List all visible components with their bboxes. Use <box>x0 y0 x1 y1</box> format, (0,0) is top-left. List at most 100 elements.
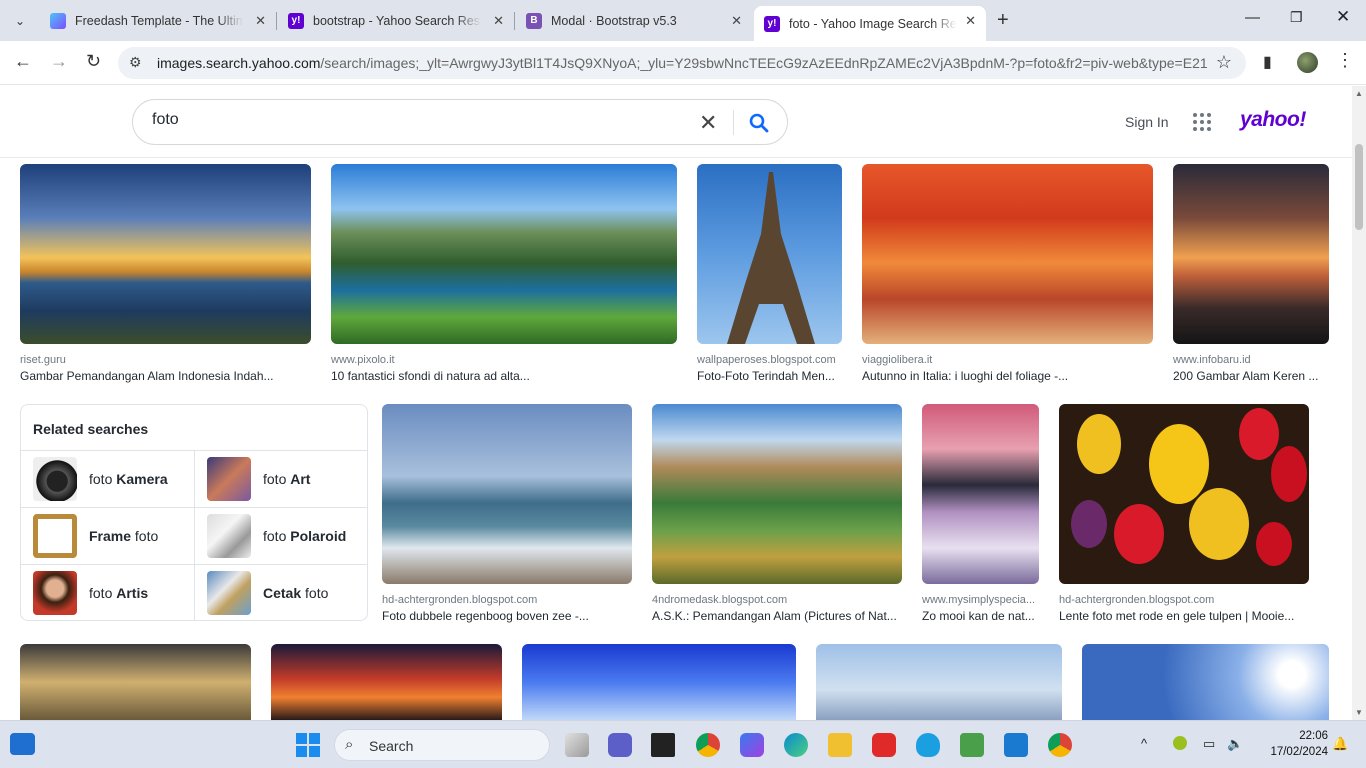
back-icon[interactable]: ← <box>14 51 32 72</box>
vscode-icon[interactable] <box>1004 733 1028 757</box>
app-icon[interactable] <box>960 733 984 757</box>
tab-divider <box>514 12 515 30</box>
result-source[interactable]: wallpaperoses.blogspot.com <box>697 354 842 366</box>
apps-grid-icon[interactable] <box>1193 113 1211 131</box>
tab-freedash[interactable]: Freedash Template - The Ultimate ✕ <box>40 6 276 35</box>
related-search-label: foto Kamera <box>89 471 168 487</box>
result-image[interactable] <box>697 164 842 344</box>
tab-search-button[interactable]: ⌄ <box>6 7 34 35</box>
app-icon[interactable] <box>916 733 940 757</box>
result-caption[interactable]: Autunno in Italia: i luoghi del foliage … <box>862 369 1153 383</box>
result-image[interactable] <box>652 404 902 584</box>
related-search-item[interactable]: foto Art <box>195 450 368 507</box>
result-image[interactable] <box>816 644 1062 720</box>
search-icon[interactable] <box>747 111 771 135</box>
result-caption[interactable]: Zo mooi kan de nat... <box>922 609 1039 623</box>
clock[interactable]: 22:06 17/02/2024 <box>1256 728 1328 760</box>
tab-divider <box>276 12 277 30</box>
result-caption[interactable]: Foto-Foto Terindah Men... <box>697 369 842 383</box>
result-source[interactable]: hd-achtergronden.blogspot.com <box>1059 594 1309 606</box>
tab-title: Modal · Bootstrap v5.3 <box>551 13 677 28</box>
chrome-active-icon[interactable] <box>1048 733 1072 757</box>
scrollbar-thumb[interactable] <box>1355 144 1363 230</box>
result-image[interactable] <box>382 404 632 584</box>
tab-bootstrap-yahoo[interactable]: y! bootstrap - Yahoo Search Results ✕ <box>278 6 514 35</box>
reload-icon[interactable]: ↻ <box>86 51 101 72</box>
result-source[interactable]: www.infobaru.id <box>1173 354 1329 366</box>
result-source[interactable]: viaggiolibera.it <box>862 354 1153 366</box>
bookmark-star-icon[interactable]: ☆ <box>1216 52 1232 73</box>
result-caption[interactable]: A.S.K.: Pemandangan Alam (Pictures of Na… <box>652 609 902 623</box>
menu-dots-icon[interactable]: ⋮ <box>1336 50 1354 71</box>
result-caption[interactable]: Foto dubbele regenboog boven zee -... <box>382 609 632 623</box>
profile-avatar[interactable] <box>1297 52 1318 73</box>
page-scrollbar[interactable]: ▲ ▼ <box>1352 86 1366 720</box>
amazon-icon[interactable] <box>651 733 675 757</box>
task-view-icon[interactable] <box>565 733 589 757</box>
yahoo-favicon-icon: y! <box>288 12 304 29</box>
address-bar[interactable]: ⚙ images.search.yahoo.com/search/images;… <box>118 47 1246 79</box>
url-text[interactable]: images.search.yahoo.com/search/images;_y… <box>157 55 1207 71</box>
result-image[interactable] <box>922 404 1039 584</box>
cetak-thumbnail <box>207 571 251 615</box>
result-image[interactable] <box>271 644 502 720</box>
search-input[interactable] <box>152 111 672 129</box>
close-icon[interactable]: ✕ <box>965 13 976 29</box>
related-search-item[interactable]: foto Kamera <box>21 450 194 507</box>
result-image[interactable] <box>862 164 1153 344</box>
forward-icon[interactable]: → <box>50 51 68 72</box>
result-image[interactable] <box>1082 644 1329 720</box>
tab-bootstrap-modal[interactable]: B Modal · Bootstrap v5.3 ✕ <box>516 6 752 35</box>
scroll-up-icon[interactable]: ▲ <box>1355 89 1363 98</box>
result-image[interactable] <box>1059 404 1309 584</box>
new-tab-button[interactable]: + <box>997 9 1009 32</box>
close-icon[interactable]: ✕ <box>731 13 742 29</box>
tray-app-icon[interactable] <box>1173 736 1187 750</box>
result-image[interactable] <box>1173 164 1329 344</box>
related-search-item[interactable]: foto Artis <box>21 564 194 621</box>
result-source[interactable]: riset.guru <box>20 354 311 366</box>
result-source[interactable]: 4ndromedask.blogspot.com <box>652 594 902 606</box>
result-image[interactable] <box>20 164 311 344</box>
result-source[interactable]: hd-achtergronden.blogspot.com <box>382 594 632 606</box>
result-caption[interactable]: Lente foto met rode en gele tulpen | Moo… <box>1059 609 1309 623</box>
tab-foto-yahoo[interactable]: y! foto - Yahoo Image Search Results ✕ <box>754 6 986 41</box>
result-source[interactable]: www.mysimplyspecia... <box>922 594 1039 606</box>
start-windows-icon[interactable] <box>296 733 320 757</box>
taskbar-search[interactable]: ⌕ Search <box>334 729 550 761</box>
sign-in-link[interactable]: Sign In <box>1125 114 1169 130</box>
network-icon[interactable]: ▭ <box>1203 736 1215 752</box>
result-caption[interactable]: Gambar Pemandangan Alam Indonesia Indah.… <box>20 369 311 383</box>
result-source[interactable]: www.pixolo.it <box>331 354 677 366</box>
notifications-bell-icon[interactable]: 🔔 <box>1332 736 1348 752</box>
result-image[interactable] <box>331 164 677 344</box>
result-caption[interactable]: 200 Gambar Alam Keren ... <box>1173 369 1329 383</box>
result-caption[interactable]: 10 fantastici sfondi di natura ad alta..… <box>331 369 677 383</box>
related-search-item[interactable]: Cetak foto <box>195 564 368 621</box>
file-explorer-icon[interactable] <box>828 733 852 757</box>
show-hidden-icons-icon[interactable]: ^ <box>1141 736 1147 751</box>
window-close-icon[interactable]: ✕ <box>1336 7 1350 27</box>
eiffel-tower-graphic <box>727 172 815 344</box>
close-icon[interactable]: ✕ <box>493 13 504 29</box>
volume-icon[interactable]: 🔈 <box>1227 736 1243 752</box>
result-image[interactable] <box>522 644 796 720</box>
result-image[interactable] <box>20 644 251 720</box>
copilot-icon[interactable] <box>740 733 764 757</box>
clear-search-icon[interactable]: ✕ <box>699 110 717 136</box>
side-panel-icon[interactable]: ▮ <box>1263 52 1272 72</box>
widgets-icon[interactable] <box>10 733 35 755</box>
scroll-down-icon[interactable]: ▼ <box>1355 708 1363 717</box>
related-search-item[interactable]: Frame foto <box>21 507 194 564</box>
edge-icon[interactable] <box>784 733 808 757</box>
related-search-item[interactable]: foto Polaroid <box>195 507 368 564</box>
site-info-icon[interactable]: ⚙ <box>129 54 142 71</box>
minimize-icon[interactable]: — <box>1245 9 1260 26</box>
related-searches-title: Related searches <box>33 421 149 437</box>
yahoo-logo[interactable]: yahoo! <box>1240 108 1306 132</box>
teams-chat-icon[interactable] <box>608 733 632 757</box>
wps-office-icon[interactable] <box>872 733 896 757</box>
close-icon[interactable]: ✕ <box>255 13 266 29</box>
restore-icon[interactable]: ❐ <box>1290 9 1303 26</box>
chrome-icon[interactable] <box>696 733 720 757</box>
